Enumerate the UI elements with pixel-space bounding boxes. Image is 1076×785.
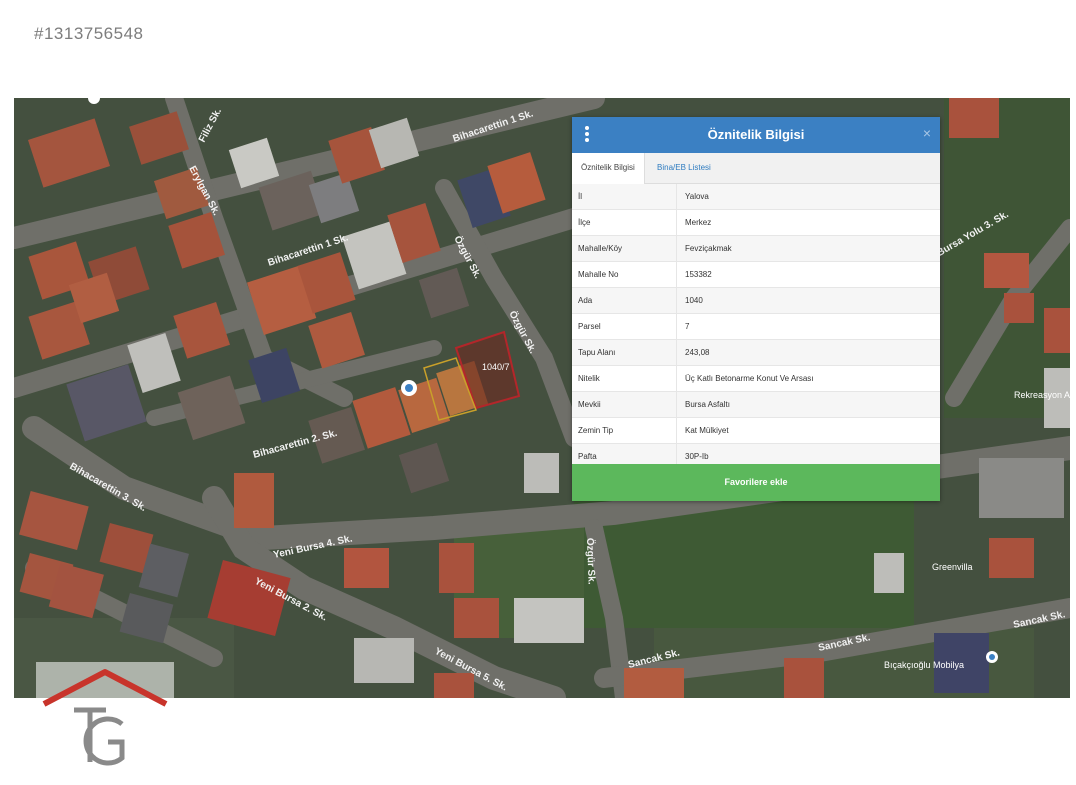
attribute-value: Kat Mülkiyet [685,426,729,435]
attribute-info-panel: Öznitelik Bilgisi × Öznitelik Bilgisi Bi… [572,117,940,501]
table-row: Mahalle No 153382 [572,262,940,288]
poi-label: Bıçakçıoğlu Mobilya [884,660,964,670]
attribute-key: Mevkii [572,392,677,417]
panel-tabs: Öznitelik Bilgisi Bina/EB Listesi [572,153,940,184]
panel-header: Öznitelik Bilgisi × [572,117,940,153]
house-logo-icon [36,662,174,766]
table-row: İlçe Merkez [572,210,940,236]
poi-label: Rekreasyon Alanı [1014,390,1070,400]
attribute-value: 7 [685,322,690,331]
attribute-value: 243,08 [685,348,710,357]
attribute-value: Üç Katlı Betonarme Konut Ve Arsası [685,374,814,383]
tab-building-list[interactable]: Bina/EB Listesi [648,153,720,183]
attribute-value: Merkez [685,218,712,227]
table-row: Ada 1040 [572,288,940,314]
table-row: Parsel 7 [572,314,940,340]
table-row: İl Yalova [572,184,940,210]
table-row: Zemin Tip Kat Mülkiyet [572,418,940,444]
company-logo [36,662,174,780]
close-icon[interactable]: × [923,125,931,141]
attribute-key: İl [572,184,677,209]
attribute-value: Fevziçakmak [685,244,732,253]
attribute-key: İlçe [572,210,677,235]
attribute-key: Parsel [572,314,677,339]
attribute-table: İl Yalova İlçe Merkez Mahalle/Köy Fevziçakm… [572,184,940,470]
attribute-key: Zemin Tip [572,418,677,443]
attribute-key: Tapu Alanı [572,340,677,365]
attribute-key: Mahalle/Köy [572,236,677,261]
attribute-value: 1040 [685,296,703,305]
parcel-label: 1040/7 [482,362,510,372]
attribute-key: Nitelik [572,366,677,391]
attribute-value: Bursa Asfaltı [685,400,730,409]
add-to-favorites-button[interactable]: Favorilere ekle [572,464,940,501]
table-row: Mahalle/Köy Fevziçakmak [572,236,940,262]
poi-label: Greenvilla [932,562,973,572]
attribute-key: Mahalle No [572,262,677,287]
attribute-value: 153382 [685,270,712,279]
table-row: Nitelik Üç Katlı Betonarme Konut Ve Arsas… [572,366,940,392]
panel-title: Öznitelik Bilgisi [707,127,805,142]
listing-id: #1313756548 [34,24,144,43]
tab-attribute-info[interactable]: Öznitelik Bilgisi [572,153,645,184]
attribute-key: Ada [572,288,677,313]
table-row: Tapu Alanı 243,08 [572,340,940,366]
attribute-value: Yalova [685,192,709,201]
table-row: Mevkii Bursa Asfaltı [572,392,940,418]
